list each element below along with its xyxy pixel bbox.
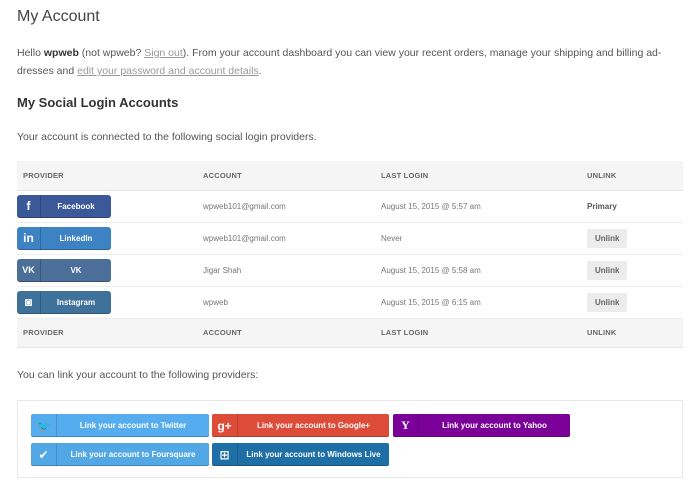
intro-paragraph: Hello wpweb (not wpweb? Sign out). From … [17, 44, 687, 80]
link-foursquare-label: Link your account to Foursquare [70, 450, 196, 459]
edit-account-link[interactable]: edit your password and account details [77, 65, 259, 77]
link-windowslive-label: Link your account to Windows Live [246, 450, 381, 459]
footer-last-login: LAST LOGIN [375, 317, 581, 348]
link-yahoo-label: Link your account to Yahoo [442, 421, 547, 430]
last-login-cell: August 15, 2015 @ 5:58 am [375, 254, 581, 287]
link-windowslive-button[interactable]: ⊞ Link your account to Windows Live [212, 443, 389, 466]
footer-provider: PROVIDER [17, 317, 197, 348]
unlink-button[interactable]: Unlink [587, 228, 628, 248]
unlink-button[interactable]: Unlink [587, 292, 628, 312]
last-login-cell: August 15, 2015 @ 5:57 am [375, 190, 581, 223]
account-cell: wpweb [197, 286, 375, 319]
last-login-cell: August 15, 2015 @ 6:15 am [375, 286, 581, 319]
intro-not-text: (not wpweb? [78, 47, 145, 59]
link-providers-box: 🐦 Link your account to Twitter g+ Link y… [17, 400, 683, 478]
link-googleplus-label: Link your account to Google+ [256, 421, 371, 430]
provider-label: LinkedIn [59, 233, 93, 243]
account-cell: wpweb101@gmail.com [197, 190, 375, 223]
username: wpweb [43, 47, 79, 59]
table-row: f Facebook wpweb101@gmail.com August 15, … [17, 190, 683, 223]
twitter-icon: 🐦 [31, 414, 57, 437]
table-row: ◙ Instagram wpweb August 15, 2015 @ 6:15 … [17, 286, 683, 319]
providers-table: PROVIDER ACCOUNT LAST LOGIN UNLINK f Face… [17, 161, 683, 348]
instagram-icon: ◙ [17, 290, 41, 314]
unlink-button[interactable]: Unlink [587, 260, 628, 280]
vk-icon: VK [17, 258, 41, 282]
link-providers-text: You can link your account to the followi… [17, 369, 259, 381]
linkedin-provider-button[interactable]: in LinkedIn [17, 226, 111, 250]
header-last-login: LAST LOGIN [375, 161, 581, 191]
social-section-title: My Social Login Accounts [17, 95, 179, 110]
last-login-cell: Never [375, 222, 581, 255]
link-googleplus-button[interactable]: g+ Link your account to Google+ [212, 414, 389, 437]
provider-label: Instagram [56, 297, 96, 307]
facebook-provider-button[interactable]: f Facebook [17, 194, 111, 218]
header-provider: PROVIDER [17, 161, 197, 191]
connected-text: Your account is connected to the followi… [17, 131, 317, 143]
footer-account: ACCOUNT [197, 317, 375, 348]
footer-unlink: UNLINK [581, 317, 683, 348]
table-header-row: PROVIDER ACCOUNT LAST LOGIN UNLINK [17, 161, 683, 191]
link-twitter-label: Link your account to Twitter [79, 421, 187, 430]
instagram-provider-button[interactable]: ◙ Instagram [17, 290, 111, 314]
sign-out-link[interactable]: Sign out [144, 47, 183, 59]
table-footer-row: PROVIDER ACCOUNT LAST LOGIN UNLINK [17, 317, 683, 348]
account-cell: Jigar Shah [197, 254, 375, 287]
linkedin-icon: in [17, 226, 41, 250]
yahoo-icon: Y [393, 414, 419, 437]
intro-end: . [258, 65, 262, 77]
link-twitter-button[interactable]: 🐦 Link your account to Twitter [31, 414, 209, 437]
table-row: VK VK Jigar Shah August 15, 2015 @ 5:58 a… [17, 254, 683, 287]
provider-label: VK [70, 265, 82, 275]
facebook-icon: f [17, 194, 41, 218]
vk-provider-button[interactable]: VK VK [17, 258, 111, 282]
page-title: My Account [17, 8, 100, 25]
link-foursquare-button[interactable]: ✔ Link your account to Foursquare [31, 443, 209, 466]
provider-label: Facebook [57, 201, 95, 211]
link-yahoo-button[interactable]: Y Link your account to Yahoo [393, 414, 570, 437]
header-account: ACCOUNT [197, 161, 375, 191]
primary-label: Primary [587, 201, 617, 211]
googleplus-icon: g+ [212, 414, 238, 437]
intro-hello: Hello [17, 47, 44, 59]
account-cell: wpweb101@gmail.com [197, 222, 375, 255]
header-unlink: UNLINK [581, 161, 683, 191]
foursquare-icon: ✔ [31, 443, 57, 466]
windows-icon: ⊞ [212, 443, 238, 466]
table-row: in LinkedIn wpweb101@gmail.com Never Unli… [17, 222, 683, 255]
